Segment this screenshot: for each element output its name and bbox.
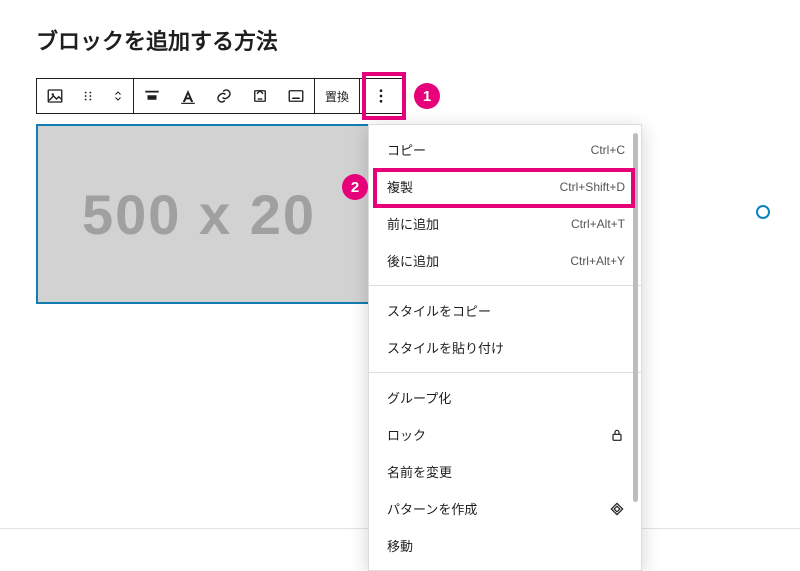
menu-label: グループ化 <box>387 388 451 407</box>
more-vertical-icon <box>372 87 390 105</box>
menu-item-lock[interactable]: ロック <box>369 416 641 453</box>
menu-label: ロック <box>387 425 426 444</box>
link-icon <box>215 87 233 105</box>
menu-item-create-pattern[interactable]: パターンを作成 <box>369 490 641 527</box>
menu-item-paste-style[interactable]: スタイルを貼り付け <box>369 329 641 366</box>
crop-icon <box>251 87 269 105</box>
menu-item-duplicate[interactable]: 複製 Ctrl+Shift+D <box>369 168 641 205</box>
move-updown-button[interactable] <box>103 79 133 113</box>
menu-item-rename[interactable]: 名前を変更 <box>369 453 641 490</box>
link-button[interactable] <box>206 79 242 113</box>
image-icon <box>46 87 64 105</box>
menu-label: 前に追加 <box>387 214 439 233</box>
menu-item-copy-style[interactable]: スタイルをコピー <box>369 292 641 329</box>
menu-label: 名前を変更 <box>387 462 452 481</box>
menu-item-group[interactable]: グループ化 <box>369 379 641 416</box>
toolbar-group-block <box>37 79 133 113</box>
menu-label: 移動 <box>387 536 413 555</box>
image-block-icon-button[interactable] <box>37 79 73 113</box>
menu-separator <box>369 372 641 373</box>
menu-label: スタイルをコピー <box>387 301 491 320</box>
more-options-button[interactable] <box>360 79 402 113</box>
drag-icon <box>81 89 95 103</box>
page-heading: ブロックを追加する方法 <box>36 24 278 56</box>
block-toolbar: 置換 <box>36 78 403 114</box>
image-placeholder-text: 500 x 20 <box>82 182 316 247</box>
replace-button[interactable]: 置換 <box>315 79 359 113</box>
crop-button[interactable] <box>242 79 278 113</box>
menu-label: 後に追加 <box>387 251 439 270</box>
menu-label: スタイルを貼り付け <box>387 338 504 357</box>
toolbar-group-format <box>134 79 314 113</box>
caption-button[interactable] <box>278 79 314 113</box>
menu-scrollbar[interactable] <box>633 133 638 562</box>
selection-ring-icon[interactable] <box>756 205 770 219</box>
menu-shortcut: Ctrl+Alt+Y <box>570 254 625 268</box>
replace-label: 置換 <box>325 88 349 105</box>
text-a-icon <box>179 87 197 105</box>
menu-shortcut: Ctrl+Alt+T <box>571 217 625 231</box>
scroll-thumb[interactable] <box>633 133 638 502</box>
menu-label: コピー <box>387 140 426 159</box>
menu-label: パターンを作成 <box>387 499 477 518</box>
callout-badge-1: 1 <box>414 83 440 109</box>
toolbar-group-replace: 置換 <box>315 79 359 113</box>
menu-shortcut: Ctrl+C <box>591 143 625 157</box>
callout-badge-2: 2 <box>342 174 368 200</box>
menu-shortcut: Ctrl+Shift+D <box>560 180 625 194</box>
menu-item-move[interactable]: 移動 <box>369 527 641 564</box>
align-icon <box>143 87 161 105</box>
block-options-menu: コピー Ctrl+C 複製 Ctrl+Shift+D 前に追加 Ctrl+Alt… <box>368 124 642 571</box>
align-button[interactable] <box>134 79 170 113</box>
chevron-updown-icon <box>112 87 124 105</box>
menu-label: 複製 <box>387 177 413 196</box>
text-overlay-button[interactable] <box>170 79 206 113</box>
menu-item-insert-before[interactable]: 前に追加 Ctrl+Alt+T <box>369 205 641 242</box>
drag-handle-button[interactable] <box>73 79 103 113</box>
caption-icon <box>287 87 305 105</box>
menu-item-copy[interactable]: コピー Ctrl+C <box>369 131 641 168</box>
toolbar-group-more <box>360 79 402 113</box>
menu-separator <box>369 285 641 286</box>
lock-icon <box>609 427 625 443</box>
menu-item-insert-after[interactable]: 後に追加 Ctrl+Alt+Y <box>369 242 641 279</box>
diamond-icon <box>609 501 625 517</box>
